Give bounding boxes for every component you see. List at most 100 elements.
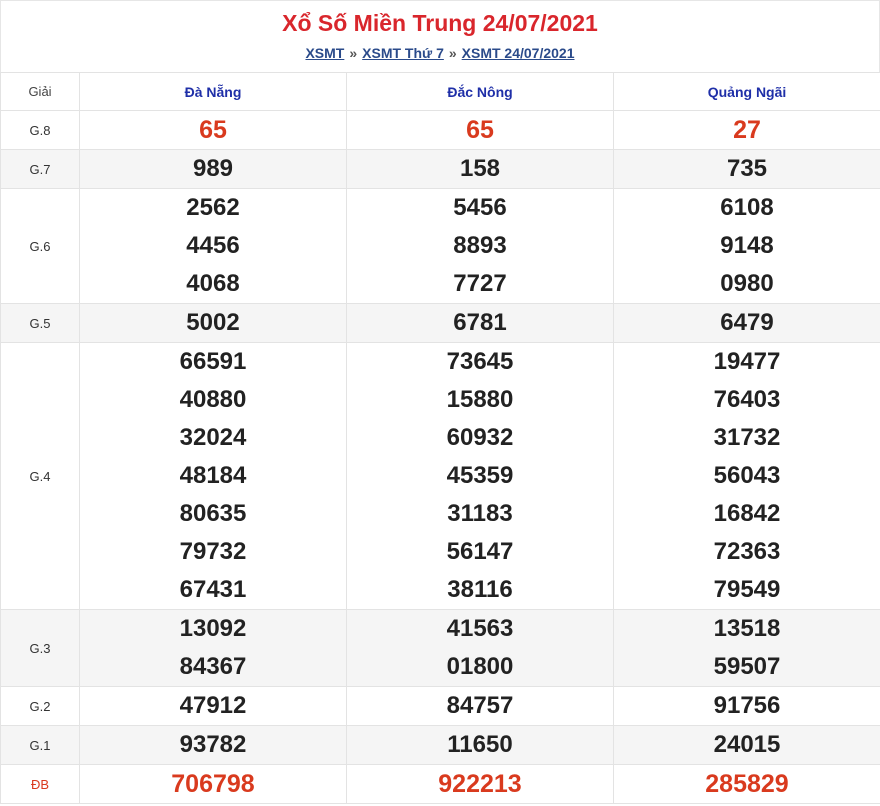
result-number: 27: [733, 116, 761, 144]
result-number: 66591: [179, 348, 247, 375]
result-number: 15880: [446, 386, 514, 413]
result-number: 65: [199, 116, 227, 144]
province-header-dac-nong[interactable]: Đắc Nông: [346, 72, 614, 111]
result-number: 72363: [713, 538, 781, 565]
result-number: 79732: [179, 538, 247, 565]
result-number: 735: [726, 155, 768, 182]
prize-label: G.5: [0, 303, 80, 343]
result-cell: 2562 4456 4068: [79, 188, 347, 304]
result-number: 6479: [720, 309, 774, 336]
breadcrumb-separator: »: [349, 45, 358, 61]
result-number: 706798: [171, 770, 255, 798]
result-cell: 13092 84367: [79, 609, 347, 687]
prize-row: G.7 989 158 735: [0, 149, 880, 189]
result-number: 76403: [713, 386, 781, 413]
result-cell: 11650: [346, 725, 614, 765]
page-title: Xổ Số Miền Trung 24/07/2021: [282, 10, 598, 36]
result-number: 73645: [446, 348, 514, 375]
result-number: 65: [466, 116, 494, 144]
result-number: 59507: [713, 653, 781, 680]
result-cell: 6108 9148 0980: [613, 188, 880, 304]
prize-label: G.6: [0, 188, 80, 304]
result-number: 84757: [446, 692, 514, 719]
breadcrumb-xsmt-thu-7[interactable]: XSMT Thứ 7: [362, 45, 444, 61]
result-number: 48184: [179, 462, 247, 489]
result-cell: 41563 01800: [346, 609, 614, 687]
result-number: 4068: [186, 270, 240, 297]
result-number: 16842: [713, 500, 781, 527]
prize-row: G.4 66591 40880 32024 48184 80635 79732 67431 73…: [0, 342, 880, 610]
result-number: 32024: [179, 424, 247, 451]
result-cell: 735: [613, 149, 880, 189]
result-number: 45359: [446, 462, 514, 489]
result-number: 5456: [453, 194, 507, 221]
result-cell: 6479: [613, 303, 880, 343]
result-number: 80635: [179, 500, 247, 527]
result-cell: 27: [613, 110, 880, 150]
result-number: 8893: [453, 232, 507, 259]
result-number: 31183: [447, 500, 513, 527]
result-number: 38116: [447, 576, 513, 603]
results-table: Giải Đà Nẵng Đắc Nông Quảng Ngãi G.8 65 65…: [0, 72, 880, 804]
prize-column-header: Giải: [0, 72, 80, 111]
result-number: 24015: [713, 731, 781, 758]
result-number: 5002: [186, 309, 240, 336]
prize-row: G.6 2562 4456 4068 5456 8893 7727 6108 9148 0980: [0, 188, 880, 304]
result-cell: 91756: [613, 686, 880, 726]
prize-label: G.2: [0, 686, 80, 726]
result-number: 67431: [179, 576, 247, 603]
result-cell: 73645 15880 60932 45359 31183 56147 38116: [346, 342, 614, 610]
result-number: 13518: [713, 615, 781, 642]
result-cell: 285829: [613, 764, 880, 804]
prize-label: ĐB: [0, 764, 80, 804]
result-number: 84367: [179, 653, 247, 680]
result-cell: 66591 40880 32024 48184 80635 79732 67431: [79, 342, 347, 610]
prize-label: G.1: [0, 725, 80, 765]
result-cell: 65: [346, 110, 614, 150]
result-cell: 5456 8893 7727: [346, 188, 614, 304]
result-cell: 19477 76403 31732 56043 16842 72363 79549: [613, 342, 880, 610]
result-number: 4456: [186, 232, 240, 259]
prize-label: G.7: [0, 149, 80, 189]
result-number: 31732: [713, 424, 781, 451]
result-cell: 922213: [346, 764, 614, 804]
result-number: 47912: [179, 692, 247, 719]
result-cell: 6781: [346, 303, 614, 343]
province-header-da-nang[interactable]: Đà Nẵng: [79, 72, 347, 111]
result-cell: 84757: [346, 686, 614, 726]
result-number: 19477: [713, 348, 781, 375]
prize-row: G.3 13092 84367 41563 01800 13518 59507: [0, 609, 880, 687]
prize-label: G.3: [0, 609, 80, 687]
result-cell: 5002: [79, 303, 347, 343]
prize-row: G.5 5002 6781 6479: [0, 303, 880, 343]
breadcrumb: XSMT » XSMT Thứ 7» XSMT 24/07/2021: [1, 45, 879, 61]
result-cell: 13518 59507: [613, 609, 880, 687]
prize-label: G.8: [0, 110, 80, 150]
breadcrumb-xsmt-date[interactable]: XSMT 24/07/2021: [462, 45, 575, 61]
result-number: 93782: [179, 731, 247, 758]
result-cell: 93782: [79, 725, 347, 765]
result-cell: 706798: [79, 764, 347, 804]
result-number: 2562: [186, 194, 240, 221]
result-cell: 158: [346, 149, 614, 189]
result-number: 6781: [453, 309, 507, 336]
result-number: 6108: [720, 194, 774, 221]
result-number: 91756: [713, 692, 781, 719]
result-cell: 989: [79, 149, 347, 189]
result-number: 285829: [705, 770, 789, 798]
result-number: 01800: [446, 653, 514, 680]
result-cell: 47912: [79, 686, 347, 726]
result-number: 79549: [713, 576, 781, 603]
result-number: 922213: [438, 770, 522, 798]
prize-row: ĐB 706798 922213 285829: [0, 764, 880, 804]
result-number: 158: [459, 155, 501, 182]
result-number: 7727: [453, 270, 507, 297]
prize-row: G.8 65 65 27: [0, 110, 880, 150]
breadcrumb-xsmt[interactable]: XSMT: [305, 45, 344, 61]
result-number: 41563: [446, 615, 514, 642]
result-number: 0980: [720, 270, 774, 297]
result-cell: 65: [79, 110, 347, 150]
prize-row: G.2 47912 84757 91756: [0, 686, 880, 726]
province-header-quang-ngai[interactable]: Quảng Ngãi: [613, 72, 880, 111]
result-cell: 24015: [613, 725, 880, 765]
